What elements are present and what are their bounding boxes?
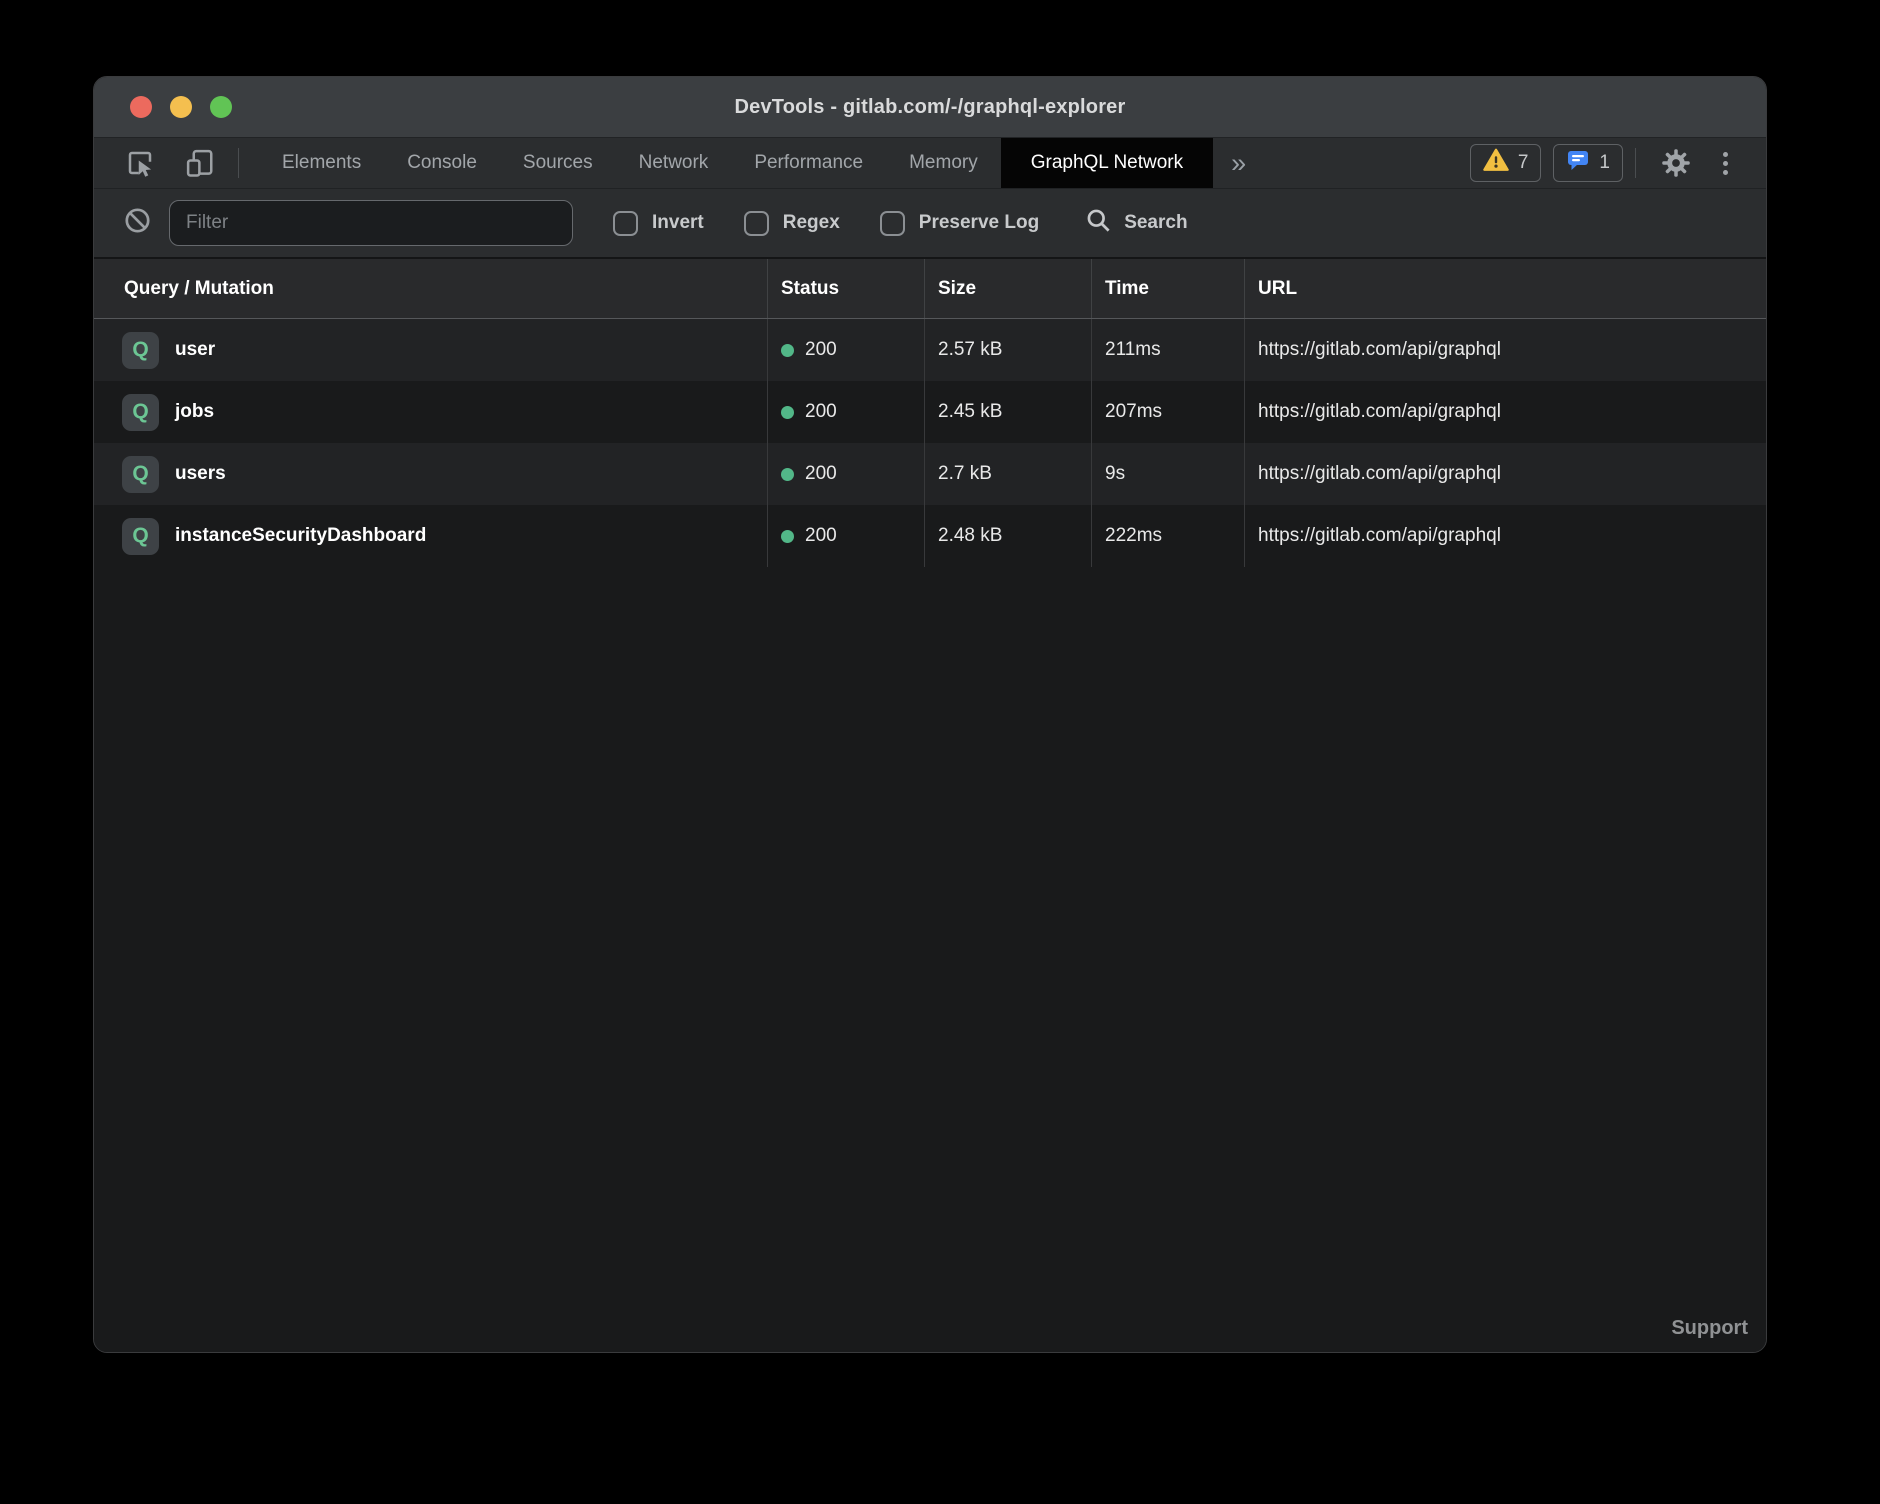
devtools-window: DevTools - gitlab.com/-/graphql-explorer… [93, 76, 1767, 1353]
filter-input[interactable] [169, 200, 573, 246]
column-header-query-mutation[interactable]: Query / Mutation [94, 259, 768, 318]
url-cell: https://gitlab.com/api/graphql [1245, 443, 1766, 505]
search-control[interactable]: Search [1085, 207, 1187, 239]
size-cell: 2.48 kB [925, 505, 1092, 567]
title-bar: DevTools - gitlab.com/-/graphql-explorer [94, 77, 1766, 138]
requests-table: Query / Mutation Status Size Time URL Q … [94, 259, 1766, 1352]
settings-gear-icon[interactable] [1654, 144, 1698, 182]
tab-sources[interactable]: Sources [500, 138, 616, 188]
toolbar-right-controls: 7 1 [1470, 138, 1766, 188]
regex-checkbox[interactable]: Regex [744, 211, 840, 236]
status-ok-dot [781, 530, 794, 543]
regex-checkbox-label: Regex [783, 212, 840, 234]
preserve-log-checkbox-box[interactable] [880, 211, 905, 236]
size-cell: 2.45 kB [925, 381, 1092, 443]
warnings-count: 7 [1518, 152, 1529, 174]
tab-console[interactable]: Console [384, 138, 500, 188]
query-name: jobs [175, 401, 214, 423]
tab-network[interactable]: Network [616, 138, 732, 188]
status-code: 200 [805, 525, 837, 547]
invert-checkbox-box[interactable] [613, 211, 638, 236]
table-row[interactable]: Q instanceSecurityDashboard 200 2.48 kB … [94, 505, 1766, 567]
table-header-row: Query / Mutation Status Size Time URL [94, 259, 1766, 319]
table-row[interactable]: Q users 200 2.7 kB 9s https://gitlab.com… [94, 443, 1766, 505]
column-header-status[interactable]: Status [768, 259, 925, 318]
status-ok-dot [781, 344, 794, 357]
window-title: DevTools - gitlab.com/-/graphql-explorer [734, 96, 1125, 119]
size-cell: 2.7 kB [925, 443, 1092, 505]
close-button[interactable] [130, 96, 152, 118]
invert-checkbox[interactable]: Invert [613, 211, 704, 236]
issues-badge[interactable]: 1 [1553, 144, 1623, 182]
time-cell: 222ms [1092, 505, 1245, 567]
size-cell: 2.57 kB [925, 319, 1092, 381]
query-name: instanceSecurityDashboard [175, 525, 426, 547]
query-badge: Q [122, 518, 159, 555]
column-header-time[interactable]: Time [1092, 259, 1245, 318]
query-badge: Q [122, 394, 159, 431]
regex-checkbox-box[interactable] [744, 211, 769, 236]
toolbar-left-icons [94, 138, 245, 188]
tab-performance[interactable]: Performance [731, 138, 886, 188]
tab-memory[interactable]: Memory [886, 138, 1001, 188]
query-name: users [175, 463, 226, 485]
warning-icon [1483, 148, 1509, 178]
device-toolbar-icon[interactable] [178, 144, 222, 182]
tab-graphql-network[interactable]: GraphQL Network [1001, 138, 1213, 188]
minimize-button[interactable] [170, 96, 192, 118]
status-ok-dot [781, 468, 794, 481]
search-label: Search [1124, 212, 1187, 234]
query-badge: Q [122, 332, 159, 369]
invert-checkbox-label: Invert [652, 212, 704, 234]
status-code: 200 [805, 463, 837, 485]
traffic-lights [130, 77, 232, 137]
status-ok-dot [781, 406, 794, 419]
support-link[interactable]: Support [1671, 1317, 1748, 1340]
url-cell: https://gitlab.com/api/graphql [1245, 319, 1766, 381]
devtools-toolbar: Elements Console Sources Network Perform… [94, 138, 1766, 189]
panel-tabs: Elements Console Sources Network Perform… [259, 138, 1213, 188]
column-header-url[interactable]: URL [1245, 259, 1766, 318]
zoom-button[interactable] [210, 96, 232, 118]
more-tabs-icon[interactable]: » [1215, 138, 1262, 188]
url-cell: https://gitlab.com/api/graphql [1245, 381, 1766, 443]
toolbar-separator [238, 148, 239, 178]
issues-count: 1 [1599, 152, 1610, 174]
preserve-log-checkbox-label: Preserve Log [919, 212, 1039, 234]
status-code: 200 [805, 339, 837, 361]
status-code: 200 [805, 401, 837, 423]
filter-bar: Invert Regex Preserve Log Search [94, 189, 1766, 259]
block-icon[interactable] [124, 207, 151, 239]
inspect-element-icon[interactable] [118, 144, 162, 182]
search-icon [1085, 207, 1112, 239]
more-options-icon[interactable] [1710, 152, 1740, 175]
table-row[interactable]: Q jobs 200 2.45 kB 207ms https://gitlab.… [94, 381, 1766, 443]
time-cell: 9s [1092, 443, 1245, 505]
table-row[interactable]: Q user 200 2.57 kB 211ms https://gitlab.… [94, 319, 1766, 381]
query-name: user [175, 339, 215, 361]
warnings-badge[interactable]: 7 [1470, 144, 1542, 182]
time-cell: 211ms [1092, 319, 1245, 381]
tab-elements[interactable]: Elements [259, 138, 384, 188]
preserve-log-checkbox[interactable]: Preserve Log [880, 211, 1039, 236]
time-cell: 207ms [1092, 381, 1245, 443]
column-header-size[interactable]: Size [925, 259, 1092, 318]
chat-icon [1566, 148, 1590, 178]
toolbar-right-separator [1635, 148, 1636, 178]
query-badge: Q [122, 456, 159, 493]
url-cell: https://gitlab.com/api/graphql [1245, 505, 1766, 567]
